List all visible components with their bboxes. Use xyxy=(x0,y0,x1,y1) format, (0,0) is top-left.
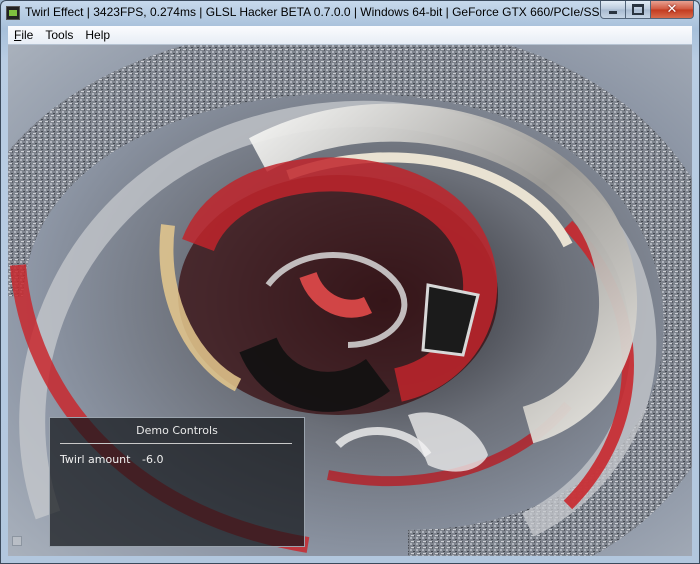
maximize-button[interactable] xyxy=(626,1,651,19)
title-bar[interactable]: Twirl Effect | 3423FPS, 0.274ms | GLSL H… xyxy=(1,1,699,25)
corner-grip[interactable] xyxy=(12,536,22,546)
demo-controls-panel: Demo Controls Twirl amount -6.0 xyxy=(49,417,305,547)
menu-file-label: ile xyxy=(21,28,34,42)
maximize-icon xyxy=(632,4,644,15)
minimize-icon xyxy=(609,11,617,14)
render-viewport[interactable]: Demo Controls Twirl amount -6.0 xyxy=(8,45,692,556)
menu-help-label: Help xyxy=(85,28,111,42)
menu-tools-label: Tools xyxy=(45,28,74,42)
app-window: Twirl Effect | 3423FPS, 0.274ms | GLSL H… xyxy=(0,0,700,564)
minimize-button[interactable] xyxy=(600,1,626,19)
panel-title: Demo Controls xyxy=(136,424,218,437)
panel-divider xyxy=(60,443,292,444)
twirl-amount-label: Twirl amount xyxy=(60,453,131,466)
menu-bar: File Tools Help xyxy=(8,26,692,45)
menu-file[interactable]: File xyxy=(8,26,39,44)
close-icon: ✕ xyxy=(666,2,678,17)
menu-tools[interactable]: Tools xyxy=(39,26,79,44)
caption-buttons: ✕ xyxy=(600,1,694,19)
twirl-amount-value[interactable]: -6.0 xyxy=(142,453,163,466)
menu-help[interactable]: Help xyxy=(79,26,116,44)
close-button[interactable]: ✕ xyxy=(651,1,694,19)
app-icon[interactable] xyxy=(6,6,20,20)
window-title: Twirl Effect | 3423FPS, 0.274ms | GLSL H… xyxy=(25,5,615,19)
